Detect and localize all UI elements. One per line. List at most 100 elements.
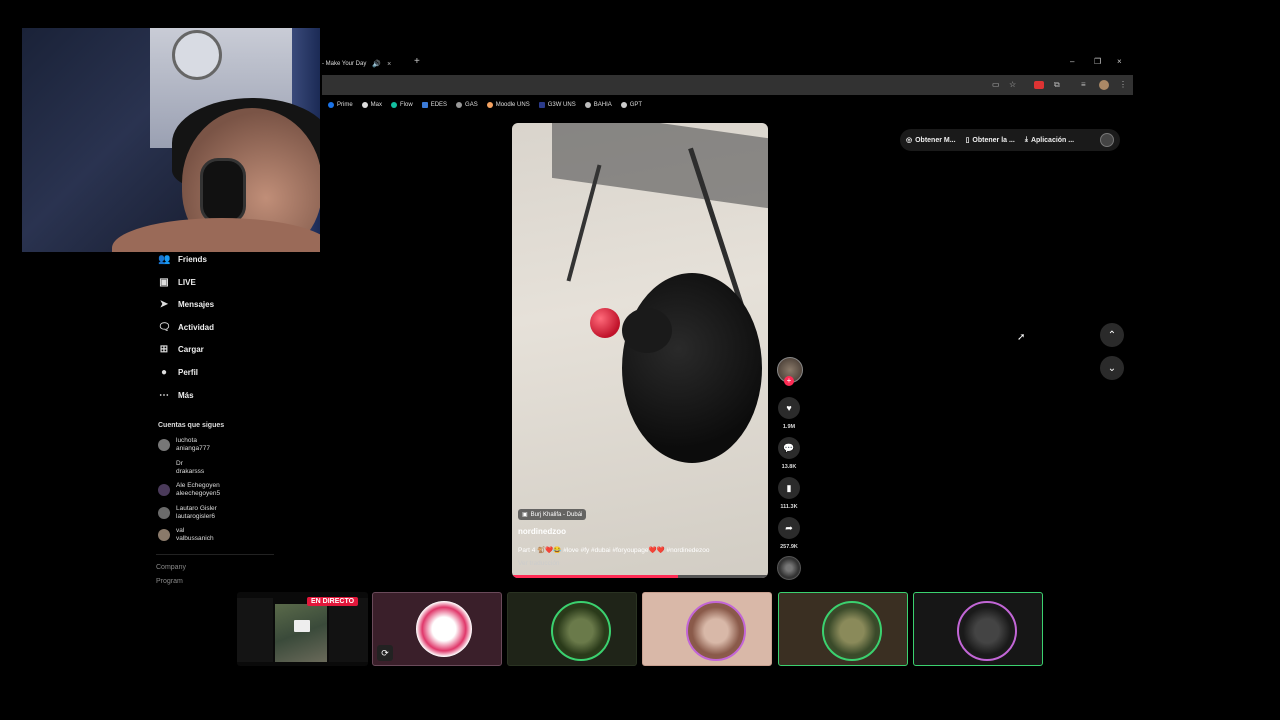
avatar xyxy=(551,601,611,661)
share-button[interactable]: ➦ xyxy=(778,517,800,539)
like-button[interactable]: ♥ xyxy=(778,397,800,419)
chimpanzee xyxy=(622,273,762,463)
extensions-icon[interactable]: ⧉ xyxy=(1054,80,1060,90)
restore-button[interactable]: ❐ xyxy=(1094,57,1101,66)
red-ball xyxy=(590,308,620,338)
screen-share-icon[interactable]: ⟳ xyxy=(377,645,393,661)
audio-icon[interactable]: 🔊 xyxy=(372,60,381,68)
browser-tab[interactable]: - Make Your Day 🔊 × xyxy=(322,56,410,72)
get-coins-button[interactable]: ◎ Obtener M... xyxy=(906,136,956,145)
sidebar-item-activity[interactable]: 🗨 Actividad xyxy=(158,322,214,333)
more-icon: ⋯ xyxy=(159,390,169,401)
coin-icon: ◎ xyxy=(906,137,913,144)
bookmarks-bar: Prime Max Flow EDES GAS Moodle UNS G3W U… xyxy=(328,99,642,111)
save-button[interactable]: ▮ xyxy=(778,477,800,499)
participant-tile[interactable] xyxy=(642,592,772,666)
bookmark-prime[interactable]: Prime xyxy=(328,102,353,108)
share-count: 257.9K xyxy=(780,544,798,550)
get-app-button[interactable]: ▯ Obtener la ... xyxy=(965,136,1015,145)
avatar xyxy=(822,601,882,661)
download-app-button[interactable]: ⤓ Aplicación ... xyxy=(1025,136,1074,144)
comment-icon: 💬 xyxy=(783,442,795,453)
music-disc[interactable] xyxy=(777,556,801,580)
bookmark-flow[interactable]: Flow xyxy=(391,102,413,108)
footer-link-program[interactable]: Program xyxy=(156,578,183,585)
flow-icon xyxy=(391,102,398,108)
sidebar-item-profile[interactable]: ● Perfil xyxy=(158,367,198,378)
user-avatar[interactable] xyxy=(1100,133,1114,147)
prime-icon xyxy=(328,102,334,108)
max-icon xyxy=(361,102,368,108)
profile-icon: ● xyxy=(160,367,168,378)
followed-account[interactable]: luchota anianga777 xyxy=(158,437,210,453)
close-window-button[interactable]: × xyxy=(1117,57,1122,66)
tab-close-icon[interactable]: × xyxy=(387,61,391,68)
avatar xyxy=(158,507,170,519)
followed-account[interactable]: val valbussanich xyxy=(158,527,214,543)
bookmark-gpt[interactable]: GPT xyxy=(620,102,642,108)
share-icon: ➦ xyxy=(785,522,793,533)
save-count: 111.3K xyxy=(780,504,798,510)
avatar xyxy=(957,601,1017,661)
live-icon: ▣ xyxy=(159,277,169,288)
participant-tile[interactable] xyxy=(913,592,1043,666)
video-author[interactable]: nordinedzoo xyxy=(518,527,566,536)
participant-tile[interactable] xyxy=(507,592,637,666)
bahia-icon xyxy=(584,102,591,108)
video-player[interactable]: ▣ Burj Khalifa - Dubái nordinedzoo Part … xyxy=(512,123,768,578)
bookmark-bahia[interactable]: BAHIA xyxy=(584,102,612,108)
bookmark-g3w[interactable]: G3W UNS xyxy=(538,102,576,108)
sidebar-item-live[interactable]: ▣ LIVE xyxy=(158,277,196,288)
tab-title: - Make Your Day xyxy=(322,61,367,67)
video-progress-fill xyxy=(512,575,679,578)
g3w-icon xyxy=(538,102,545,108)
follow-button[interactable]: + xyxy=(784,376,794,386)
bookmark-icon: ▮ xyxy=(786,482,792,493)
chevron-up-icon: ⌃ xyxy=(1107,329,1117,341)
map-thumbnail xyxy=(275,604,327,662)
avatar xyxy=(686,601,746,661)
extension-icon[interactable] xyxy=(1034,81,1044,89)
new-tab-button[interactable]: + xyxy=(414,56,420,67)
comment-count: 13.8K xyxy=(781,464,797,470)
download-icon: ⤓ xyxy=(1024,136,1028,143)
bookmark-max[interactable]: Max xyxy=(361,102,382,108)
cast-icon[interactable]: ▭ xyxy=(992,80,1000,89)
participant-tile[interactable] xyxy=(778,592,908,666)
video-progress[interactable] xyxy=(512,575,768,578)
followed-account[interactable]: Ale Echegoyen aleechegoyen5 xyxy=(158,482,220,498)
sidebar-item-more[interactable]: ⋯ Más xyxy=(158,390,194,401)
comment-button[interactable]: 💬 xyxy=(778,437,800,459)
followed-account[interactable]: Lautaro Gisler lautarogisler6 xyxy=(158,505,217,521)
location-tag[interactable]: ▣ Burj Khalifa - Dubái xyxy=(518,509,587,520)
bookmark-star-icon[interactable]: ☆ xyxy=(1009,80,1016,89)
media-icon[interactable]: ≡ xyxy=(1081,80,1086,89)
sidebar-item-friends[interactable]: 👥 Friends xyxy=(158,254,207,265)
avatar xyxy=(158,439,170,451)
phone-icon: ▯ xyxy=(965,137,970,144)
bookmark-moodle[interactable]: Moodle UNS xyxy=(486,102,530,108)
following-title: Cuentas que sigues xyxy=(158,422,225,429)
location-icon: ▣ xyxy=(522,512,528,518)
followed-account[interactable]: Dr drakarsss xyxy=(158,460,204,476)
menu-icon[interactable]: ⋮ xyxy=(1119,80,1127,89)
translate-link[interactable]: Ver traducción xyxy=(518,560,560,567)
sidebar-item-messages[interactable]: ➤ Mensajes xyxy=(158,299,214,310)
gas-icon xyxy=(456,102,463,108)
edes-icon xyxy=(421,102,428,108)
like-count: 1.9M xyxy=(782,424,796,430)
previous-video-button[interactable]: ⌃ xyxy=(1100,323,1124,347)
avatar xyxy=(416,601,472,657)
tv-icon xyxy=(294,620,310,632)
bookmark-edes[interactable]: EDES xyxy=(421,102,447,108)
footer-link-company[interactable]: Company xyxy=(156,564,186,571)
webcam-overlay xyxy=(22,28,320,252)
sidebar-item-upload[interactable]: ⊞ Cargar xyxy=(158,344,204,355)
next-video-button[interactable]: ⌄ xyxy=(1100,356,1124,380)
activity-icon: 🗨 xyxy=(158,322,171,333)
minimize-button[interactable]: – xyxy=(1070,57,1074,66)
bookmark-gas[interactable]: GAS xyxy=(456,102,478,108)
avatar xyxy=(158,529,170,541)
moodle-icon xyxy=(486,102,493,108)
profile-avatar[interactable] xyxy=(1099,80,1109,90)
